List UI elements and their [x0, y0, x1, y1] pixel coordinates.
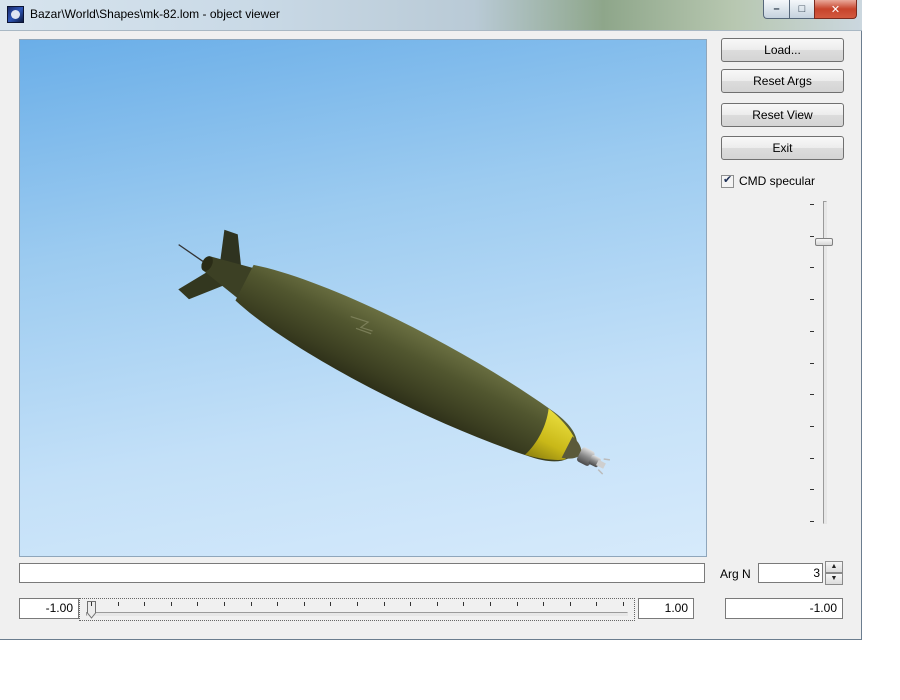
minimize-icon: – — [773, 3, 780, 15]
horizontal-slider-tick — [250, 602, 252, 606]
reset-args-button[interactable]: Reset Args — [721, 69, 844, 93]
horizontal-slider[interactable] — [79, 598, 635, 621]
vertical-slider-tick — [810, 394, 814, 396]
vertical-slider-tick — [810, 204, 814, 205]
vertical-slider-tick — [810, 299, 814, 301]
vertical-slider-tick — [810, 457, 814, 459]
spin-down-icon[interactable]: ▼ — [825, 573, 843, 585]
horizontal-slider-tick — [463, 602, 465, 606]
spin-up-icon[interactable]: ▲ — [825, 561, 843, 573]
range-min-field: -1.00 — [19, 598, 79, 619]
arg-n-label: Arg N — [720, 567, 751, 581]
cmd-specular-checkbox[interactable]: CMD specular — [721, 173, 816, 188]
range-value-field: -1.00 — [725, 598, 843, 619]
minimize-button[interactable]: – — [763, 0, 789, 19]
horizontal-slider-tick — [383, 602, 385, 606]
horizontal-slider-tick — [117, 602, 119, 606]
close-button[interactable]: ✕ — [814, 0, 857, 19]
horizontal-slider-tick — [224, 602, 225, 606]
horizontal-slider-tick — [357, 602, 358, 606]
vertical-slider[interactable] — [806, 197, 842, 529]
window-title: Bazar\World\Shapes\mk-82.lom - object vi… — [30, 7, 280, 21]
status-field — [19, 563, 705, 583]
horizontal-slider-tick — [490, 602, 491, 606]
horizontal-slider-tick — [303, 602, 305, 606]
horizontal-slider-tick — [277, 602, 279, 606]
vertical-slider-tick — [810, 235, 814, 237]
cmd-specular-label: CMD specular — [739, 174, 816, 188]
vertical-slider-tick — [810, 489, 814, 491]
horizontal-slider-tick — [170, 602, 172, 606]
horizontal-slider-tick — [410, 602, 412, 606]
horizontal-slider-tick — [623, 602, 624, 606]
horizontal-slider-track[interactable] — [86, 612, 628, 616]
horizontal-slider-tick — [144, 602, 146, 606]
maximize-button[interactable]: □ — [789, 0, 814, 19]
arg-n-input[interactable] — [758, 563, 823, 583]
caption-buttons: – □ ✕ — [763, 0, 857, 19]
vertical-slider-tick — [810, 330, 814, 332]
load-button[interactable]: Load... — [721, 38, 844, 62]
vertical-slider-tick — [810, 362, 814, 364]
vertical-slider-tick — [810, 521, 814, 522]
reset-view-button[interactable]: Reset View — [721, 103, 844, 127]
horizontal-slider-tick — [596, 602, 598, 606]
range-max-field: 1.00 — [638, 598, 694, 619]
arg-n-spinner[interactable]: ▲ ▼ — [825, 561, 843, 585]
vertical-slider-tick — [810, 425, 814, 427]
checkbox-checked-icon[interactable] — [721, 173, 734, 188]
horizontal-slider-tick — [197, 602, 199, 606]
app-icon[interactable] — [7, 6, 24, 23]
horizontal-slider-tick — [569, 602, 571, 606]
close-icon: ✕ — [830, 3, 841, 16]
vertical-slider-track[interactable] — [823, 201, 827, 524]
exit-button[interactable]: Exit — [721, 136, 844, 160]
title-bar[interactable]: Bazar\World\Shapes\mk-82.lom - object vi… — [0, 0, 862, 31]
horizontal-slider-tick — [516, 602, 518, 606]
3d-viewport[interactable] — [19, 39, 707, 557]
bomb-model-render — [178, 229, 611, 475]
vertical-slider-tick — [810, 267, 814, 269]
horizontal-slider-tick — [543, 602, 545, 606]
horizontal-slider-tick — [91, 602, 92, 606]
vertical-slider-thumb[interactable] — [815, 238, 833, 247]
horizontal-slider-tick — [330, 602, 332, 606]
object-viewer-window: Bazar\World\Shapes\mk-82.lom - object vi… — [0, 0, 862, 640]
horizontal-slider-tick — [436, 602, 438, 606]
maximize-icon: □ — [798, 3, 806, 15]
